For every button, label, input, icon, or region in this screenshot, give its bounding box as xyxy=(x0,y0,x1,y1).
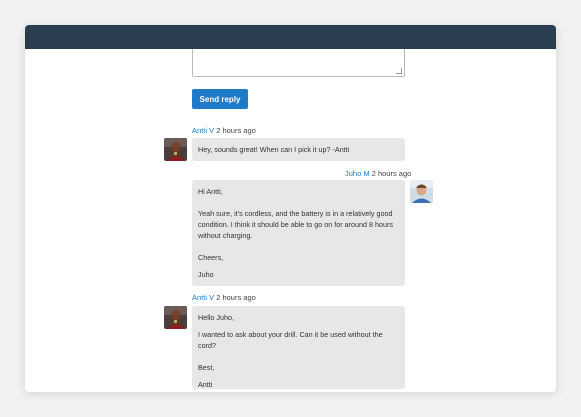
message-bubble: Hello Juho, I wanted to ask about your d… xyxy=(192,306,405,389)
message-text: Juho xyxy=(198,270,214,279)
person-avatar-icon xyxy=(410,180,433,203)
timestamp: 2 hours ago xyxy=(371,169,412,178)
avatar-juho[interactable] xyxy=(410,180,433,203)
app-window: Send reply Antti V 2 hours ago Hey, soun… xyxy=(25,25,556,392)
timestamp: 2 hours ago xyxy=(216,126,256,135)
person-avatar-icon xyxy=(164,138,187,161)
avatar-antti[interactable] xyxy=(164,306,187,329)
author-link[interactable]: Antti V xyxy=(192,293,214,302)
conversation-panel: Send reply Antti V 2 hours ago Hey, soun… xyxy=(25,49,556,392)
author-link[interactable]: Juho M xyxy=(345,169,370,178)
message-meta: Juho M 2 hours ago xyxy=(345,169,411,178)
message-bubble: Hi Antti, Yeah sure, it's cordless, and … xyxy=(192,180,405,286)
reply-textarea[interactable] xyxy=(192,49,405,77)
timestamp: 2 hours ago xyxy=(216,293,256,302)
message-text: Hello Juho, xyxy=(198,313,234,322)
message-meta: Antti V 2 hours ago xyxy=(192,126,256,135)
message-text: I wanted to ask about your drill. Can it… xyxy=(198,330,383,350)
send-reply-button[interactable]: Send reply xyxy=(192,89,248,109)
message-meta: Antti V 2 hours ago xyxy=(192,293,256,302)
title-bar xyxy=(25,25,556,49)
message-text: Hey, sounds great! When can I pick it up… xyxy=(198,145,350,154)
message-text: Yeah sure, it's cordless, and the batter… xyxy=(198,209,393,240)
author-link[interactable]: Antti V xyxy=(192,126,214,135)
avatar-antti[interactable] xyxy=(164,138,187,161)
message-text: Antti xyxy=(198,380,213,389)
message-text: Cheers, xyxy=(198,253,224,262)
message-bubble: Hey, sounds great! When can I pick it up… xyxy=(192,138,405,161)
message-text: Hi Antti, xyxy=(198,187,223,196)
message-text: Best, xyxy=(198,363,215,372)
resize-handle-icon[interactable] xyxy=(396,68,402,74)
person-avatar-icon xyxy=(164,306,187,329)
